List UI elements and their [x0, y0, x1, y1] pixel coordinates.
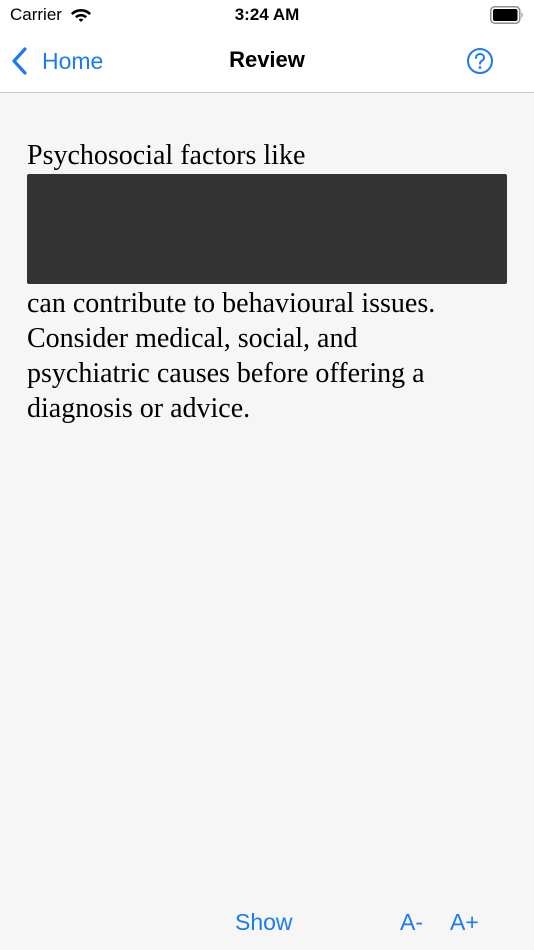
text-before-redaction: Psychosocial factors like — [27, 140, 306, 171]
text-line: psychiatric causes before offering a — [27, 358, 425, 389]
text-line: diagnosis or advice. — [27, 393, 251, 424]
battery-icon — [490, 6, 523, 24]
show-button[interactable]: Show — [235, 909, 293, 936]
status-bar: Carrier 3:24 AM — [0, 0, 534, 30]
increase-font-button[interactable]: A+ — [450, 909, 479, 936]
text-line: Consider medical, social, and — [27, 323, 358, 354]
text-line: can contribute to behavioural issues. — [27, 288, 436, 319]
decrease-font-button[interactable]: A- — [400, 909, 423, 936]
review-content: Psychosocial factors like can contribute… — [27, 138, 507, 426]
status-time: 3:24 AM — [234, 5, 300, 24]
navigation-bar: Home Review — [0, 30, 534, 93]
question-circle-icon[interactable] — [466, 47, 494, 75]
page-title: Review — [229, 47, 305, 72]
redacted-block[interactable] — [27, 174, 507, 284]
